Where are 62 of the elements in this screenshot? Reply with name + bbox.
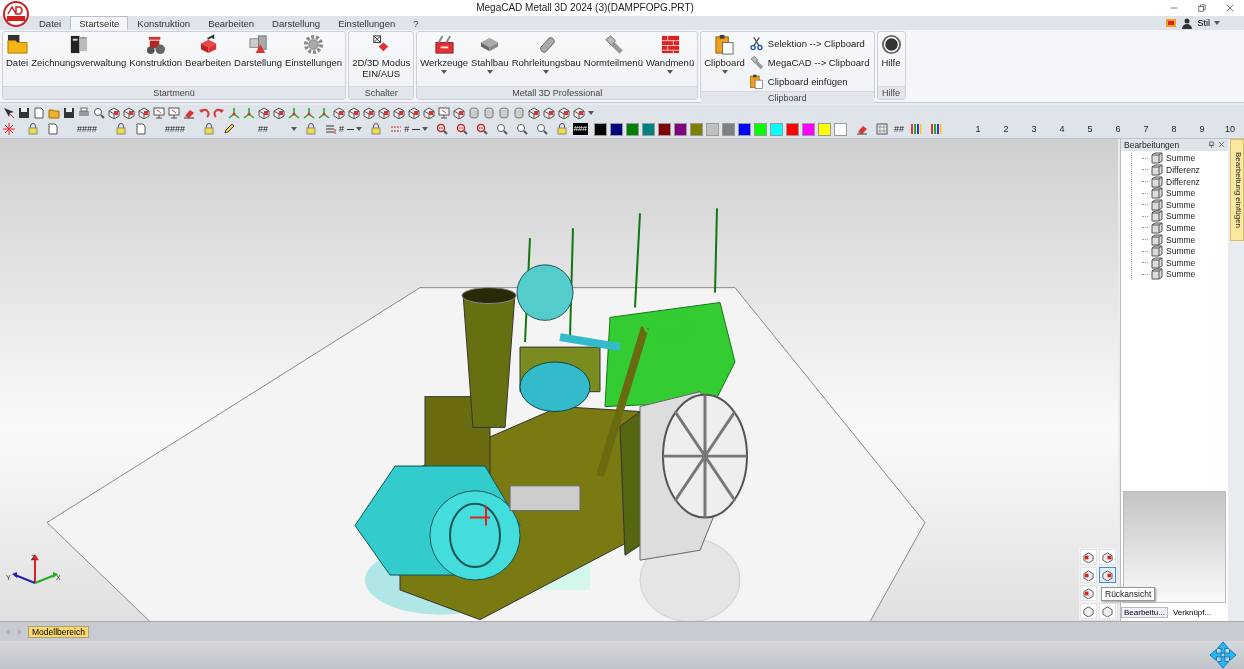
ribbon-tab[interactable]: Bearbeiten [199, 15, 264, 30]
value-field[interactable]: #### [149, 124, 201, 135]
tree-item[interactable]: Differenz [1166, 176, 1200, 187]
tree-item[interactable]: Differenz [1166, 164, 1200, 175]
ribbon-button[interactable]: Stahlbau [470, 33, 510, 86]
group-title: Schalter [349, 85, 414, 99]
layer-number[interactable]: 10 [1216, 124, 1244, 135]
ribbon-button[interactable]: Clipboard [703, 33, 746, 91]
tree-item[interactable]: Summe [1166, 246, 1196, 257]
panel-tab[interactable]: Verknüpf... [1169, 607, 1215, 619]
ribbon-button[interactable]: Konstruktion [128, 33, 184, 86]
ribbon-button[interactable]: 2D/3D Modus EIN/AUS [351, 33, 412, 86]
ribbon-button[interactable]: Rohrleitungsbau [510, 33, 582, 86]
side-tab[interactable]: Bearbeitung einfügen [1230, 138, 1244, 241]
group-title: Clipboard [701, 90, 874, 104]
layer-number[interactable]: 8 [1160, 124, 1188, 135]
ribbon-button[interactable]: MegaCAD --> Clipboard [746, 53, 872, 72]
ribbon-button[interactable]: Darstellung [233, 33, 284, 86]
layer-number[interactable]: 5 [1076, 124, 1104, 135]
layer-number[interactable]: 2 [992, 124, 1020, 135]
ribbon-tab[interactable]: Einstellungen [329, 15, 405, 30]
tree-item[interactable]: Summe [1166, 211, 1196, 222]
value-field[interactable]: #### [61, 124, 113, 135]
color-field[interactable]: ### [572, 123, 588, 136]
line-style-dropdown[interactable]: # [339, 124, 355, 135]
sheet-tab[interactable]: Modellbereich [28, 625, 89, 638]
tree-item[interactable]: Summe [1166, 257, 1196, 268]
ribbon-button[interactable]: Einstellungen [284, 33, 344, 86]
ribbon-button[interactable]: Datei [5, 33, 30, 86]
ribbon-button[interactable]: Selektion --> Clipboard [746, 34, 872, 53]
tree-item[interactable]: Summe [1166, 269, 1196, 280]
style-menu[interactable]: Stil [1197, 17, 1210, 28]
ribbon-button[interactable]: Clipboard einfügen [746, 72, 872, 91]
tree-item[interactable]: Summe [1166, 199, 1196, 210]
ribbon-button[interactable]: Normteilmenü [582, 33, 644, 86]
group-title: Metall 3D Professional [417, 85, 698, 99]
layer-number[interactable]: 9 [1188, 124, 1216, 135]
group-title: Startmenü [3, 85, 346, 99]
ribbon-tab[interactable]: Konstruktion [128, 15, 200, 30]
ribbon-button[interactable]: Wandmenü [644, 33, 696, 86]
tree-item[interactable]: Summe [1166, 234, 1196, 245]
line-style-dropdown[interactable]: # [404, 124, 420, 135]
layer-number[interactable]: 6 [1104, 124, 1132, 135]
ribbon-button[interactable]: Bearbeiten [184, 33, 232, 86]
layer-number[interactable]: 1 [964, 124, 992, 135]
group-title: Hilfe [877, 85, 905, 99]
grid-label[interactable]: ## [894, 124, 904, 135]
tree-item[interactable]: Summe [1166, 153, 1196, 164]
tree-item[interactable]: Summe [1166, 222, 1196, 233]
ribbon-button[interactable]: Werkzeuge [419, 33, 470, 86]
ribbon-button[interactable]: Zeichnungsverwaltung [30, 33, 128, 86]
ribbon-tab[interactable]: Datei [30, 15, 71, 30]
value-field[interactable]: ## [237, 124, 289, 135]
ribbon-tab[interactable]: Darstellung [263, 15, 330, 30]
layer-number[interactable]: 4 [1048, 124, 1076, 135]
layer-number[interactable]: 3 [1020, 124, 1048, 135]
tree-item[interactable]: Summe [1166, 188, 1196, 199]
panel-tab[interactable]: Bearbeitu... [1121, 607, 1168, 619]
ribbon-button[interactable]: Hilfe [879, 33, 903, 86]
ribbon-tab[interactable]: ? [404, 15, 428, 30]
window-title: MegaCAD Metall 3D 2024 (3)(DAMPFOPG.PRT) [475, 2, 695, 14]
layer-number[interactable]: 7 [1132, 124, 1160, 135]
